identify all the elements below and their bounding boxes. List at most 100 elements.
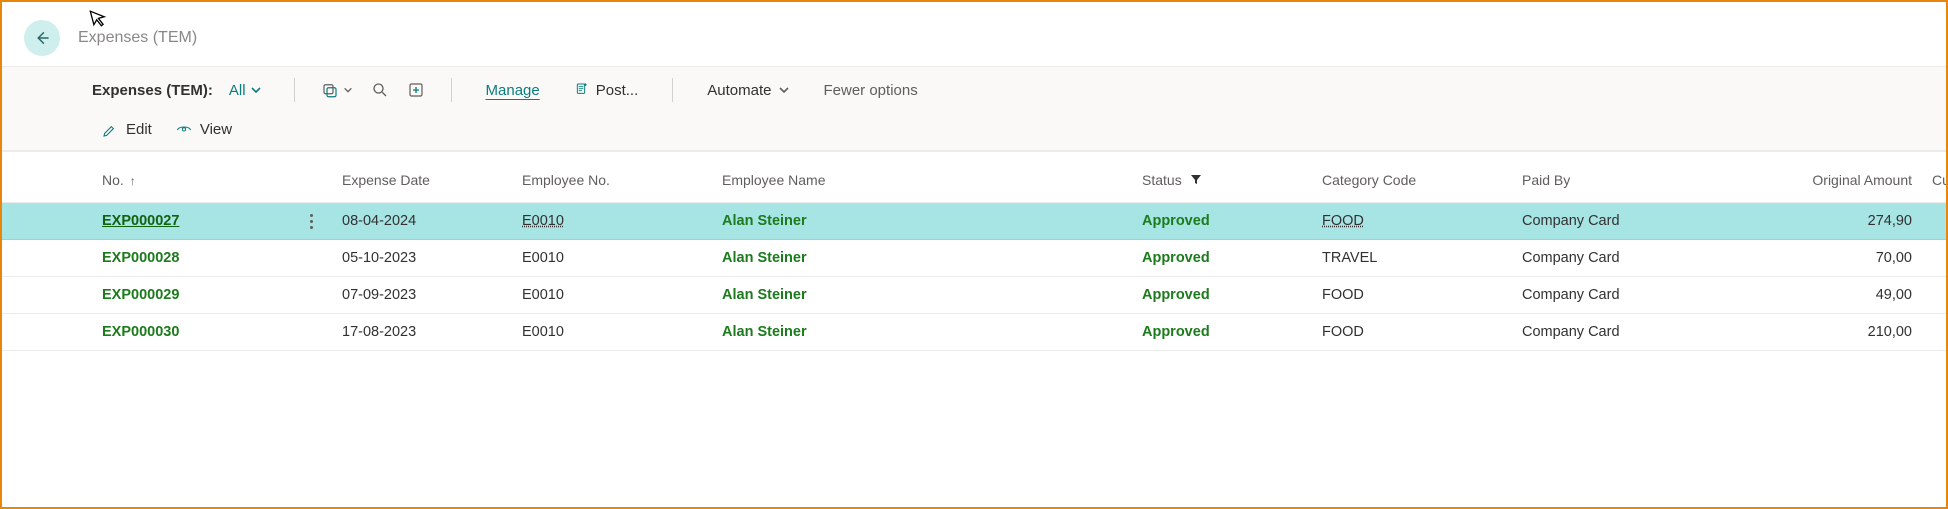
automate-dropdown[interactable]: Automate: [701, 78, 795, 103]
manage-tab[interactable]: Manage: [480, 78, 546, 103]
filter-icon: [1190, 174, 1202, 188]
cell-row-menu: [292, 203, 332, 240]
cell-category[interactable]: TRAVEL: [1312, 240, 1512, 277]
cell-no: EXP000027: [92, 203, 292, 240]
cell-employee-no[interactable]: E0010: [512, 240, 712, 277]
cell-employee-name: Alan Steiner: [712, 314, 1132, 351]
view-filter-label: All: [229, 82, 246, 99]
cell-employee-no[interactable]: E0010: [512, 203, 712, 240]
post-icon: [574, 82, 590, 98]
post-button[interactable]: Post...: [568, 78, 645, 103]
cell-date: 07-09-2023: [332, 277, 512, 314]
col-header-amount[interactable]: Original Amount: [1762, 152, 1922, 203]
automate-label: Automate: [707, 82, 771, 99]
expense-no-link[interactable]: EXP000029: [102, 287, 179, 303]
table-row[interactable]: EXP000030 17-08-2023E0010Alan SteinerAppr…: [2, 314, 1948, 351]
col-header-category[interactable]: Category Code: [1312, 152, 1512, 203]
data-grid: No. ↑ Expense Date Employee No. Employee…: [2, 152, 1946, 351]
expense-no-link[interactable]: EXP000028: [102, 250, 179, 266]
search-icon: [371, 81, 389, 99]
share-button[interactable]: [315, 77, 359, 103]
cell-date: 17-08-2023: [332, 314, 512, 351]
cell-row-menu: [292, 277, 332, 314]
cell-employee-name: Alan Steiner: [712, 203, 1132, 240]
arrow-left-icon: [33, 29, 51, 47]
table-row[interactable]: EXP000028 05-10-2023E0010Alan SteinerAppr…: [2, 240, 1948, 277]
toolbar-sub-row: Edit View: [2, 113, 1946, 151]
view-label: View: [200, 121, 232, 138]
view-filter-dropdown[interactable]: All: [229, 82, 262, 99]
chevron-down-icon: [343, 85, 353, 95]
table-row[interactable]: EXP000029 07-09-2023E0010Alan SteinerAppr…: [2, 277, 1948, 314]
cell-status: Approved: [1132, 277, 1312, 314]
pad-cell: [2, 277, 92, 314]
cell-no: EXP000028: [92, 240, 292, 277]
table-body: EXP00002708-04-2024E0010Alan SteinerAppr…: [2, 203, 1948, 351]
cell-amount: 210,00: [1762, 314, 1922, 351]
pad-cell: [2, 203, 92, 240]
cell-category[interactable]: FOOD: [1312, 314, 1512, 351]
sort-ascending-icon: ↑: [130, 174, 136, 188]
cell-employee-name: Alan Steiner: [712, 277, 1132, 314]
expense-no-link[interactable]: EXP000027: [102, 213, 179, 229]
cell-category[interactable]: FOOD: [1312, 277, 1512, 314]
col-header-currency[interactable]: Currency C: [1922, 152, 1948, 203]
cell-currency: [1922, 314, 1948, 351]
expense-no-link[interactable]: EXP000030: [102, 324, 179, 340]
list-caption: Expenses (TEM):: [92, 82, 213, 99]
separator: [451, 78, 452, 102]
cell-no: EXP000030: [92, 314, 292, 351]
col-header-menu: [292, 152, 332, 203]
cell-employee-no[interactable]: E0010: [512, 314, 712, 351]
cell-paid-by: Company Card: [1512, 314, 1762, 351]
page-title: Expenses (TEM): [78, 29, 197, 47]
app-frame: Expenses (TEM) Expenses (TEM): All: [0, 0, 1948, 509]
fewer-options-button[interactable]: Fewer options: [824, 82, 918, 99]
cell-currency: [1922, 203, 1948, 240]
row-menu-button[interactable]: [302, 214, 320, 229]
cell-status: Approved: [1132, 314, 1312, 351]
cell-amount: 70,00: [1762, 240, 1922, 277]
edit-label: Edit: [126, 121, 152, 138]
chevron-down-icon: [778, 84, 790, 96]
col-header-paidby[interactable]: Paid By: [1512, 152, 1762, 203]
cell-paid-by: Company Card: [1512, 240, 1762, 277]
cell-row-menu: [292, 240, 332, 277]
separator: [294, 78, 295, 102]
cell-paid-by: Company Card: [1512, 277, 1762, 314]
search-button[interactable]: [365, 77, 395, 103]
cell-employee-no[interactable]: E0010: [512, 277, 712, 314]
col-header-date[interactable]: Expense Date: [332, 152, 512, 203]
share-icon: [321, 81, 339, 99]
eye-icon: [176, 122, 192, 138]
cell-no: EXP000029: [92, 277, 292, 314]
edit-button[interactable]: Edit: [102, 121, 152, 138]
col-header-no[interactable]: No. ↑: [92, 152, 292, 203]
cell-date: 05-10-2023: [332, 240, 512, 277]
col-status-label: Status: [1142, 172, 1182, 188]
toolbar-main-row: Expenses (TEM): All: [2, 67, 1946, 113]
cell-amount: 274,90: [1762, 203, 1922, 240]
chevron-down-icon: [250, 84, 262, 96]
cell-employee-name: Alan Steiner: [712, 240, 1132, 277]
toolbar: Expenses (TEM): All: [2, 66, 1946, 152]
new-button[interactable]: [401, 77, 431, 103]
col-header-empname[interactable]: Employee Name: [712, 152, 1132, 203]
expenses-table: No. ↑ Expense Date Employee No. Employee…: [2, 152, 1948, 351]
cell-row-menu: [292, 314, 332, 351]
table-header-row: No. ↑ Expense Date Employee No. Employee…: [2, 152, 1948, 203]
cell-status: Approved: [1132, 240, 1312, 277]
col-no-label: No.: [102, 172, 124, 188]
pad-cell: [2, 240, 92, 277]
cell-amount: 49,00: [1762, 277, 1922, 314]
cell-category[interactable]: FOOD: [1312, 203, 1512, 240]
table-row[interactable]: EXP00002708-04-2024E0010Alan SteinerAppr…: [2, 203, 1948, 240]
col-header-empno[interactable]: Employee No.: [512, 152, 712, 203]
view-button[interactable]: View: [176, 121, 232, 138]
cell-date: 08-04-2024: [332, 203, 512, 240]
back-button[interactable]: [24, 20, 60, 56]
cell-paid-by: Company Card: [1512, 203, 1762, 240]
col-header-status[interactable]: Status: [1132, 152, 1312, 203]
separator: [672, 78, 673, 102]
new-icon: [407, 81, 425, 99]
